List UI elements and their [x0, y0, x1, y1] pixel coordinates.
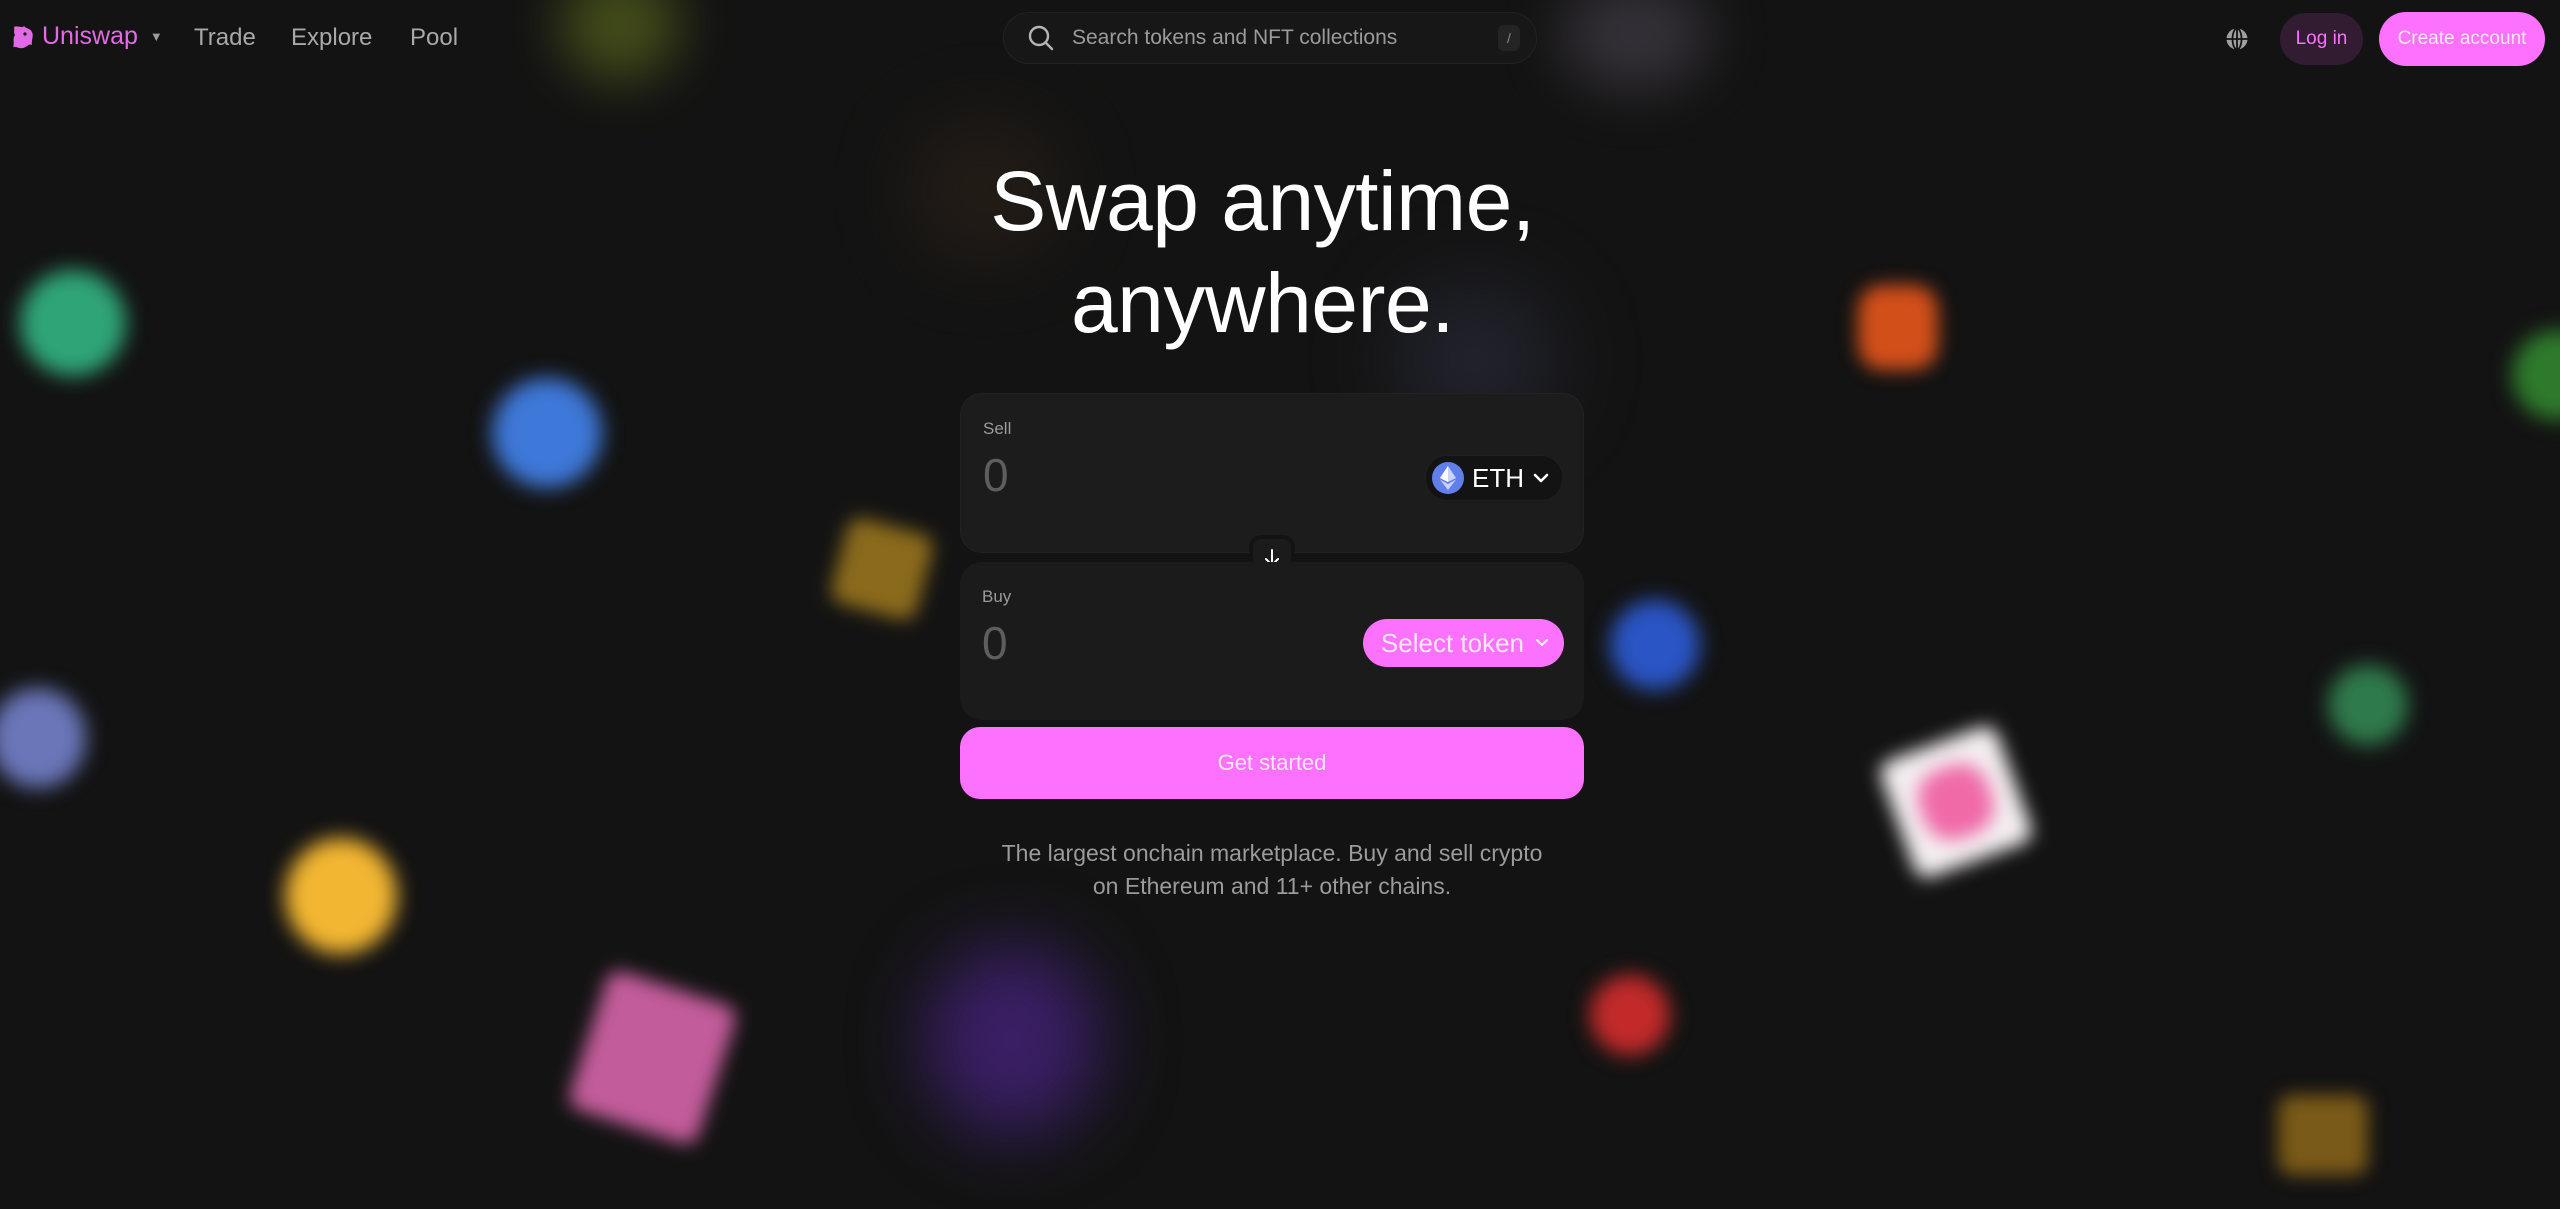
nav-pool[interactable]: Pool — [410, 24, 458, 52]
select-token-label: Select token — [1380, 627, 1524, 658]
bg-token-green — [20, 270, 126, 376]
bg-token-red — [1590, 975, 1670, 1055]
bg-token-dark-gold — [2278, 1095, 2368, 1175]
subtitle-line2: on Ethereum and 11+ other chains. — [1092, 873, 1452, 899]
bg-token-blue — [492, 378, 602, 488]
bg-token-pink-square — [565, 967, 740, 1148]
bg-token-purple — [925, 945, 1100, 1135]
hero-subtitle: The largest onchain marketplace. Buy and… — [960, 837, 1584, 903]
chevron-down-icon — [1535, 638, 1549, 647]
bg-token-green-red — [2512, 330, 2560, 420]
hero-title: Swap anytime, anywhere. — [880, 150, 1645, 354]
caret-down-icon: ▼ — [149, 29, 163, 44]
brand-name: Uniswap — [42, 22, 138, 50]
sell-token-selector[interactable]: ETH — [1425, 455, 1563, 501]
login-button[interactable]: Log in — [2280, 13, 2363, 65]
search-icon — [1028, 25, 1054, 51]
top-nav: Uniswap ▼ Trade Explore Pool / Log in Cr… — [0, 0, 2560, 78]
bg-token-white-pink-square — [1876, 722, 2036, 882]
buy-panel: Buy Select token — [960, 562, 1584, 720]
eth-icon — [1432, 462, 1464, 494]
chevron-down-icon — [1533, 473, 1549, 483]
get-started-button[interactable]: Get started — [960, 727, 1584, 799]
sell-token-symbol: ETH — [1472, 462, 1524, 493]
bg-token-orange — [1858, 285, 1938, 370]
globe-icon[interactable] — [2224, 26, 2250, 52]
buy-label: Buy — [982, 587, 1012, 606]
nav-explore[interactable]: Explore — [291, 24, 372, 52]
subtitle-line1: The largest onchain marketplace. Buy and… — [1001, 840, 1543, 866]
hero-title-line1: Swap anytime, — [990, 154, 1535, 248]
buy-amount-input[interactable] — [980, 612, 1284, 674]
brand-menu[interactable]: Uniswap ▼ — [10, 22, 163, 51]
bg-token-teal — [2328, 665, 2408, 745]
sell-amount-input[interactable] — [981, 444, 1285, 506]
nav-trade[interactable]: Trade — [194, 24, 256, 52]
search-bar[interactable]: / — [1003, 12, 1537, 64]
bg-token-gold-square — [828, 515, 936, 623]
bg-token-periwinkle — [0, 688, 86, 788]
uniswap-unicorn-icon — [13, 25, 33, 48]
bg-token-yellow — [285, 838, 397, 954]
sell-panel: Sell ETH — [960, 393, 1584, 553]
sell-label: Sell — [983, 419, 1012, 438]
keyboard-shortcut-badge: / — [1498, 25, 1520, 51]
search-input[interactable] — [1070, 25, 1498, 51]
hero-title-line2: anywhere. — [1070, 256, 1455, 350]
bg-token-royal-blue — [1610, 600, 1700, 690]
create-account-button[interactable]: Create account — [2379, 12, 2545, 66]
select-token-button[interactable]: Select token — [1362, 619, 1564, 667]
